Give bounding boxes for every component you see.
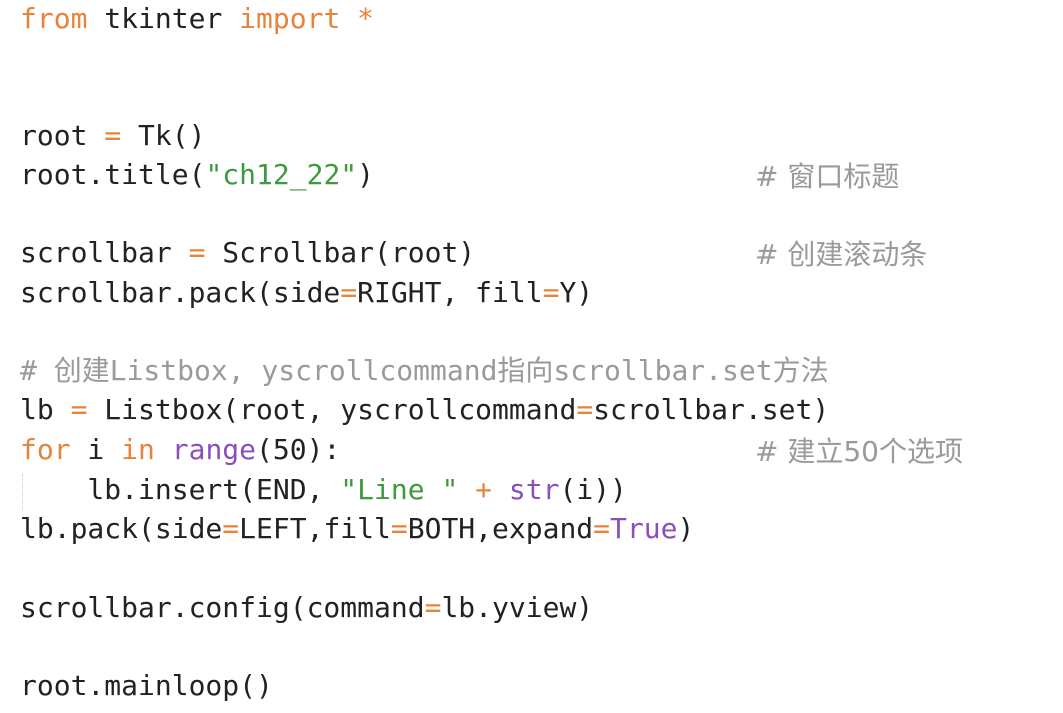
equals-operator: =	[104, 119, 122, 152]
code-text: (50):	[256, 433, 341, 466]
code-line-1: from tkinter import *	[20, 0, 374, 38]
equals-operator: =	[576, 393, 594, 426]
equals-operator: =	[70, 393, 88, 426]
code-line-4: root = Tk()	[20, 117, 205, 155]
keyword-import: import	[239, 2, 341, 35]
code-text: lb	[20, 393, 71, 426]
module-name: tkinter	[87, 2, 240, 35]
code-text: lb.yview)	[441, 591, 594, 624]
code-text: root.title(	[20, 158, 206, 191]
comment-create-items: # 建立50个选项	[755, 435, 963, 468]
code-text: scrollbar.pack(side	[20, 276, 341, 309]
constant-true: True	[610, 512, 678, 545]
code-text: LEFT,fill	[239, 512, 391, 545]
code-text: RIGHT, fill	[357, 276, 543, 309]
equals-operator: =	[340, 276, 358, 309]
code-line-13: lb.insert(END, "Line " + str(i))	[20, 471, 627, 509]
code-line-11: lb = Listbox(root, yscrollcommand=scroll…	[20, 391, 829, 429]
code-line-12: for i in range(50):	[20, 431, 340, 469]
code-text: lb.insert(END,	[20, 473, 341, 506]
code-text: scrollbar.config(command	[20, 591, 425, 624]
code-line-16: scrollbar.config(command=lb.yview)	[20, 589, 593, 627]
code-line-7: scrollbar = Scrollbar(root)	[20, 234, 475, 272]
keyword-from: from	[20, 2, 88, 35]
code-text: lb.pack(side	[20, 512, 223, 545]
equals-operator: =	[542, 276, 560, 309]
equals-operator: =	[424, 591, 442, 624]
plus-operator: +	[475, 473, 493, 506]
code-text: scrollbar.set)	[593, 393, 830, 426]
builtin-range: range	[171, 433, 257, 466]
equals-operator: =	[390, 512, 408, 545]
comment-listbox: # 创建Listbox, yscrollcommand指向scrollbar.s…	[20, 354, 829, 387]
string-literal: "Line "	[340, 473, 459, 506]
comment-window-title: # 窗口标题	[755, 160, 900, 193]
code-line-14: lb.pack(side=LEFT,fill=BOTH,expand=True)	[20, 510, 694, 548]
code-text: )	[677, 512, 695, 545]
code-text: scrollbar	[20, 236, 189, 269]
code-text: root.mainloop()	[20, 669, 273, 702]
builtin-str: str	[508, 473, 560, 506]
comment-create-scrollbar: # 创建滚动条	[755, 238, 928, 271]
code-line-10: # 创建Listbox, yscrollcommand指向scrollbar.s…	[20, 352, 829, 390]
code-text: (i))	[559, 473, 627, 506]
code-text: Tk()	[121, 119, 206, 152]
equals-operator: =	[593, 512, 611, 545]
code-line-18: root.mainloop()	[20, 667, 273, 705]
equals-operator: =	[222, 512, 240, 545]
keyword-for: for	[20, 433, 71, 466]
code-editor[interactable]: from tkinter import * root = Tk() root.t…	[0, 0, 1063, 713]
code-text: Y)	[559, 276, 594, 309]
code-text: root	[20, 119, 105, 152]
code-line-5: root.title("ch12_22")	[20, 156, 374, 194]
star-operator: *	[357, 2, 375, 35]
equals-operator: =	[188, 236, 206, 269]
code-text: i	[70, 433, 122, 466]
code-text: BOTH,expand	[407, 512, 594, 545]
code-text: )	[357, 158, 375, 191]
code-text: Scrollbar(root)	[205, 236, 476, 269]
keyword-in: in	[121, 433, 155, 466]
code-text: Listbox(root, yscrollcommand	[87, 393, 577, 426]
string-literal: "ch12_22"	[205, 158, 358, 191]
code-line-8: scrollbar.pack(side=RIGHT, fill=Y)	[20, 274, 593, 312]
